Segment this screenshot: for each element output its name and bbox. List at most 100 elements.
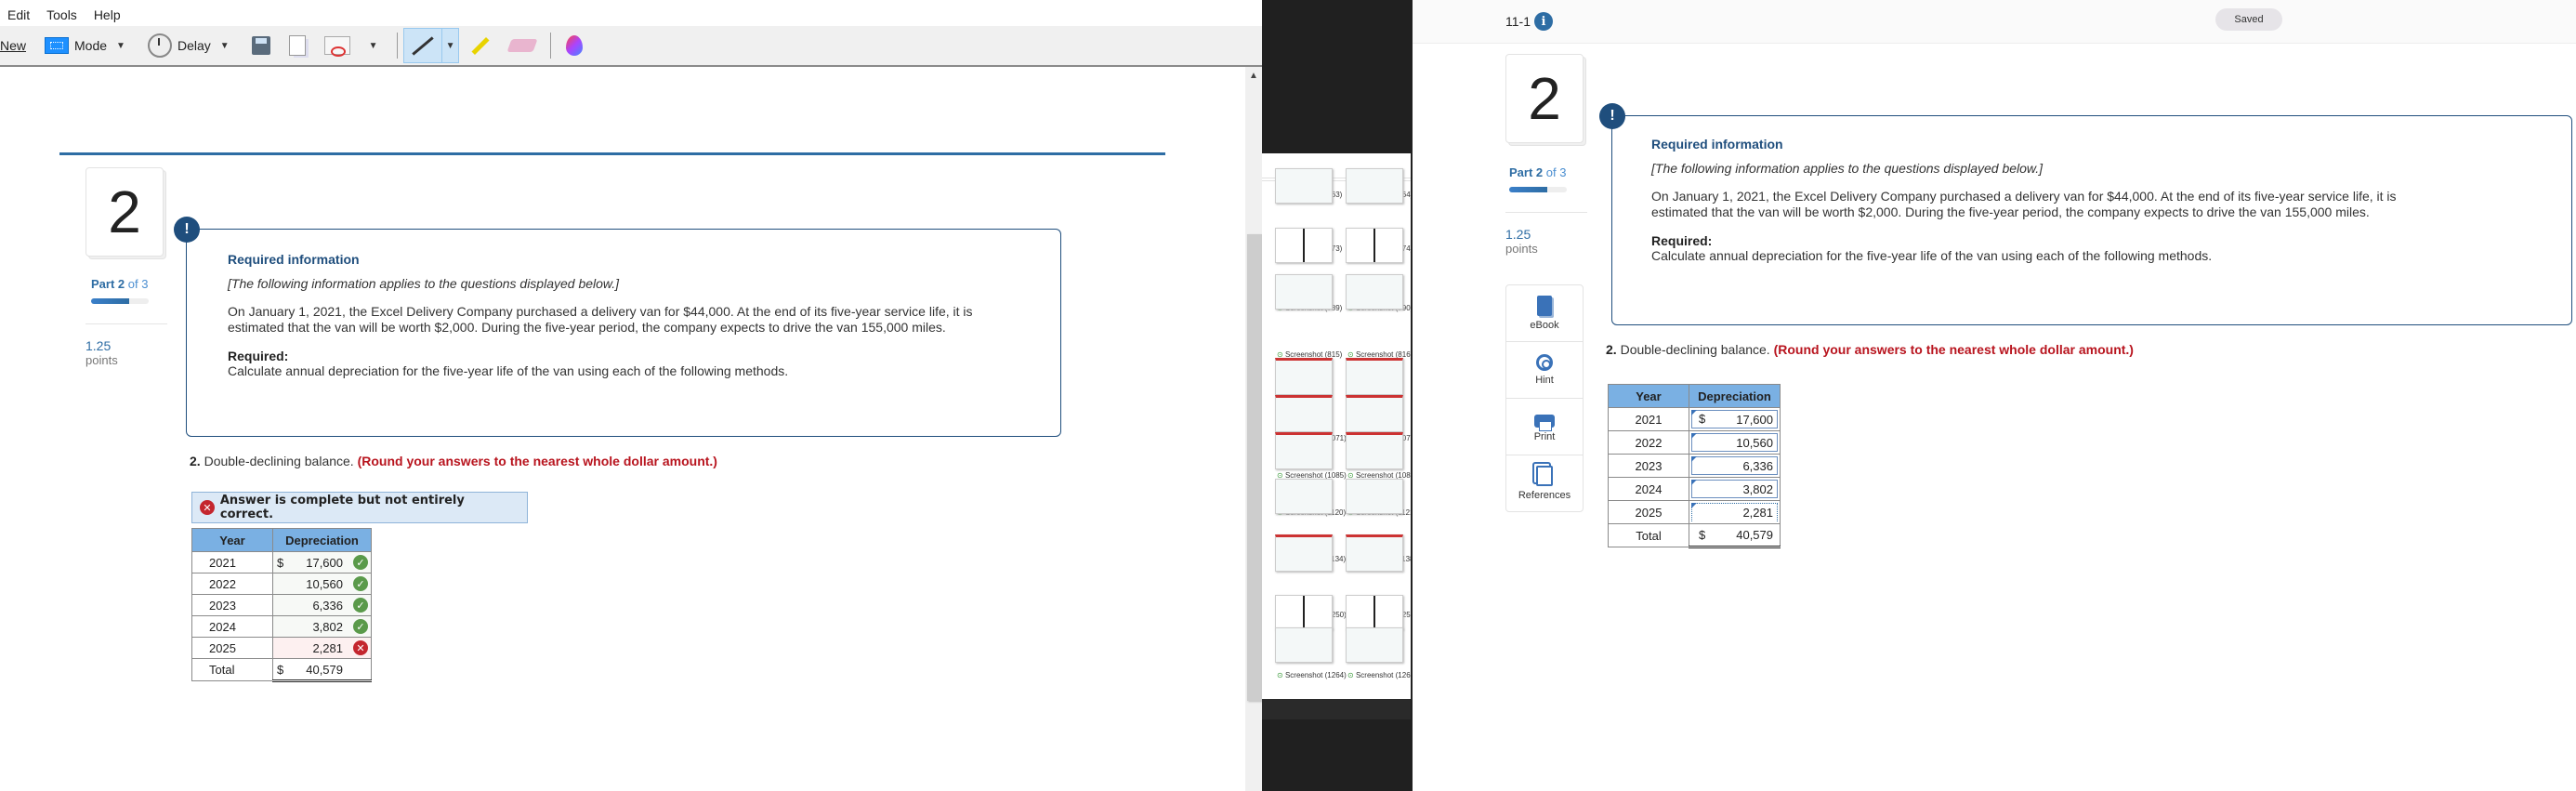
new-label: New [0, 38, 27, 53]
incorrect-icon: ✕ [200, 500, 215, 515]
screenshot-thumbnail[interactable] [1275, 595, 1333, 630]
toolbar-divider [550, 33, 552, 59]
question-id: 11-1 i [1505, 12, 1553, 31]
screenshot-file-label[interactable]: Screenshot (1264) [1277, 671, 1347, 679]
taskbar-region [1262, 0, 1411, 153]
depreciation-input[interactable]: $17,600 [1689, 407, 1781, 431]
screenshot-thumbnail[interactable] [1346, 432, 1403, 469]
screenshot-thumbnail[interactable] [1346, 627, 1403, 663]
new-snip-button[interactable]: New [0, 30, 35, 61]
screenshot-thumbnail[interactable] [1346, 168, 1403, 204]
prompt-note: (Round your answers to the nearest whole… [357, 454, 717, 468]
required-label: Required: [228, 349, 289, 363]
header-year: Year [1608, 384, 1689, 408]
screenshot-thumbnail[interactable] [1346, 479, 1403, 514]
screenshot-thumbnail[interactable] [1275, 627, 1333, 663]
required-info-intro: [The following information applies to th… [1651, 161, 2044, 176]
screenshot-thumbnail[interactable] [1275, 228, 1333, 263]
prompt-text: Double-declining balance. [204, 454, 354, 468]
file-explorer-thumbnails: Screenshot (663)Screenshot (664)Screensh… [1262, 153, 1417, 712]
depreciation-cell: 10,560 ✓ [272, 573, 372, 595]
screenshot-thumbnail[interactable] [1275, 479, 1333, 514]
hint-button[interactable]: Hint [1506, 342, 1583, 399]
question-number: 2 [85, 167, 164, 257]
snipping-tool-window: Edit Tools Help New Mode ▼ Delay ▼ ▼ ▼ 2… [0, 0, 1262, 791]
scroll-up-icon[interactable]: ▲ [1249, 71, 1258, 81]
delay-button[interactable]: Delay ▼ [138, 30, 243, 61]
snip-canvas: 2 Part 2 of 3 1.25 points ! Required inf… [0, 67, 1245, 791]
references-button[interactable]: References [1506, 455, 1583, 511]
required-info-title: Required information [228, 252, 360, 267]
table-row: 2023 6,336 [1608, 454, 1781, 478]
required-info-body: On January 1, 2021, the Excel Delivery C… [228, 304, 973, 335]
part-of: of 3 [1545, 165, 1567, 179]
sidebar-divider [85, 323, 167, 324]
screenshot-thumbnail[interactable] [1346, 358, 1403, 395]
question-id-text: 11-1 [1505, 14, 1531, 29]
header-rule [59, 152, 1165, 155]
send-button[interactable]: ▼ [315, 30, 391, 61]
year-cell: 2021 [191, 551, 273, 573]
required-info-title: Required information [1651, 137, 1783, 152]
screenshot-file-label[interactable]: Screenshot (1265) [1347, 671, 1417, 679]
screenshot-thumbnail[interactable] [1346, 395, 1403, 432]
mode-button[interactable]: Mode ▼ [35, 30, 138, 61]
part-indicator: Part 2 of 3 [1509, 165, 1566, 179]
paint3d-button[interactable] [557, 30, 592, 61]
screenshot-thumbnail[interactable] [1346, 595, 1403, 630]
screenshot-thumbnail[interactable] [1346, 274, 1403, 310]
question-prompt: 2. Double-declining balance. (Round your… [190, 454, 717, 468]
pen-button[interactable]: ▼ [402, 28, 460, 63]
required-information-box: ! Required information [The following in… [1599, 103, 2572, 325]
total-row: Total $40,579 [1608, 523, 1781, 548]
part-label: Part [91, 277, 115, 291]
currency: $ [277, 663, 284, 677]
depreciation-input[interactable]: 2,281 [1689, 500, 1781, 524]
book-icon [1537, 296, 1552, 316]
scrollbar-thumb[interactable] [1247, 234, 1262, 701]
menu-help[interactable]: Help [94, 7, 121, 22]
print-button[interactable]: Print [1506, 399, 1583, 455]
chevron-down-icon[interactable]: ▼ [217, 41, 233, 51]
correct-check-icon: ✓ [353, 619, 368, 634]
required-text: Calculate annual depreciation for the fi… [1651, 248, 2213, 263]
copy-button[interactable] [280, 30, 315, 61]
total-value: 40,579 [1736, 528, 1773, 542]
table-row: 2024 3,802 ✓ [191, 615, 372, 638]
depreciation-table: Year Depreciation 2021 $17,600 ✓ 2022 10,… [191, 528, 372, 682]
vertical-scrollbar[interactable]: ▲ [1245, 67, 1262, 791]
screenshot-thumbnail[interactable] [1275, 432, 1333, 469]
screenshot-thumbnail[interactable] [1275, 534, 1333, 572]
value: 17,600 [1736, 412, 1773, 427]
info-icon[interactable]: i [1533, 12, 1553, 31]
screenshot-thumbnail[interactable] [1275, 358, 1333, 395]
screenshot-thumbnail[interactable] [1346, 228, 1403, 263]
toolbar-divider [396, 33, 398, 59]
screenshot-thumbnail[interactable] [1275, 395, 1333, 432]
menu-tools[interactable]: Tools [46, 7, 77, 22]
menu-edit[interactable]: Edit [7, 7, 30, 22]
chevron-down-icon[interactable]: ▼ [440, 29, 459, 62]
part-label: Part [1509, 165, 1533, 179]
save-icon [251, 36, 270, 55]
table-row: 2021 $17,600 ✓ [191, 551, 372, 573]
depreciation-input[interactable]: 10,560 [1689, 430, 1781, 455]
ebook-button[interactable]: eBook [1506, 285, 1583, 342]
points: 1.25 points [85, 338, 118, 368]
points-value: 1.25 [85, 338, 112, 353]
highlighter-button[interactable] [459, 30, 500, 61]
eraser-button[interactable] [500, 30, 545, 61]
save-button[interactable] [243, 30, 280, 61]
total-value: 40,579 [306, 662, 343, 677]
chevron-down-icon[interactable]: ▼ [112, 41, 129, 51]
screenshot-thumbnail[interactable] [1346, 534, 1403, 572]
browser-question-pane: 11-1 i Saved 2 Part 2 of 3 1.25 points e… [1413, 0, 2576, 791]
screenshot-thumbnail[interactable] [1275, 168, 1333, 204]
depreciation-input[interactable]: 3,802 [1689, 477, 1781, 501]
depreciation-input[interactable]: 6,336 [1689, 454, 1781, 478]
screenshot-thumbnail[interactable] [1275, 274, 1333, 310]
chevron-down-icon[interactable]: ▼ [365, 41, 382, 51]
correct-check-icon: ✓ [353, 598, 368, 613]
required-label: Required: [1651, 233, 1713, 248]
table-header: Year Depreciation [191, 528, 372, 552]
